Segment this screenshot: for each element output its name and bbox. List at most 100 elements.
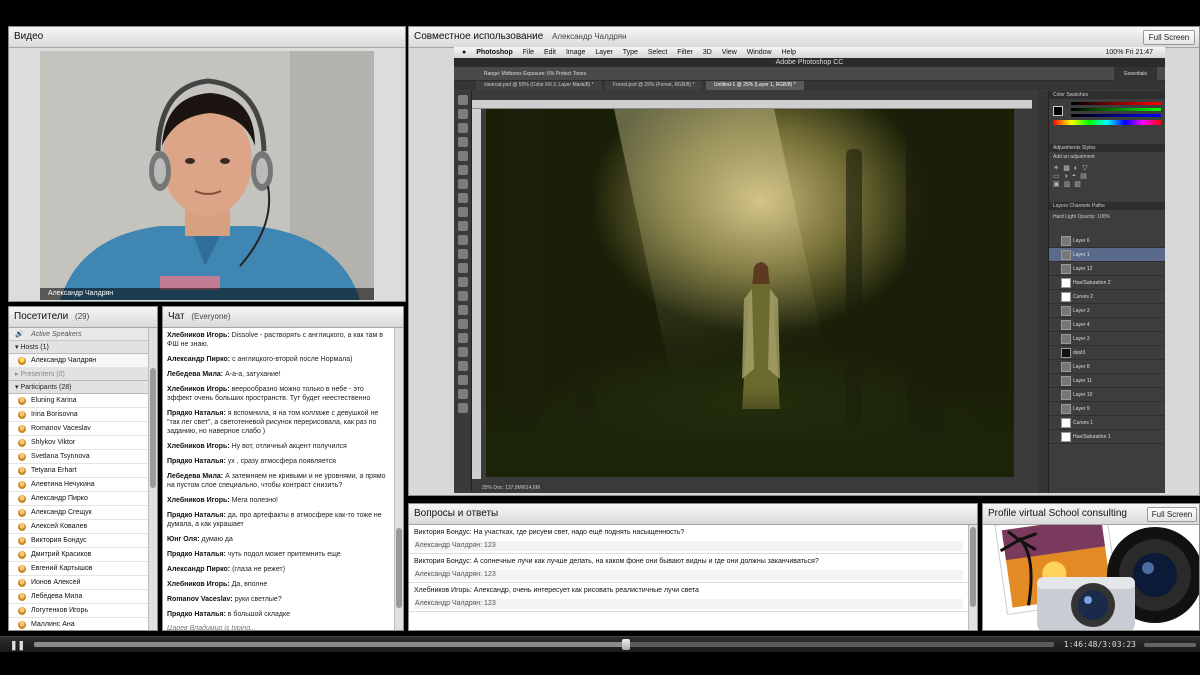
- mac-menu-help[interactable]: Help: [782, 49, 796, 56]
- participant-row[interactable]: Eluning Karina: [9, 394, 157, 408]
- path-select-icon[interactable]: [458, 319, 468, 329]
- seek-track[interactable]: [34, 642, 1054, 647]
- mac-menu-type[interactable]: Type: [623, 49, 638, 56]
- participant-row[interactable]: Svetlana Tsynnova: [9, 450, 157, 464]
- participant-row[interactable]: Ионов Алексей: [9, 576, 157, 590]
- layer-row[interactable]: dust3: [1049, 346, 1165, 360]
- chat-scope[interactable]: (Everyone): [191, 312, 230, 321]
- stamp-tool-icon[interactable]: [458, 207, 468, 217]
- mac-menu-edit[interactable]: Edit: [544, 49, 556, 56]
- layer-row[interactable]: Layer 11: [1049, 374, 1165, 388]
- participant-row[interactable]: Дмитрий Красиков: [9, 548, 157, 562]
- scrollbar-thumb[interactable]: [150, 368, 156, 488]
- pause-icon[interactable]: ❚❚: [10, 640, 25, 651]
- layer-row[interactable]: Layer 4: [1049, 318, 1165, 332]
- layers-panel-tabs[interactable]: Layers Channels Paths: [1049, 202, 1165, 210]
- scrollbar-thumb[interactable]: [970, 527, 976, 607]
- ps-doc-tab-active[interactable]: Untitled-1 @ 25% (Layer 1, RGB/8) *: [705, 81, 804, 90]
- mac-menu-photoshop[interactable]: Photoshop: [476, 49, 513, 56]
- volume-slider[interactable]: [1144, 643, 1196, 647]
- type-tool-icon[interactable]: [458, 305, 468, 315]
- zoom-tool-icon[interactable]: [458, 361, 468, 371]
- color-swatch-icon[interactable]: [458, 375, 468, 385]
- layer-row[interactable]: Layer 3: [1049, 332, 1165, 346]
- layer-row-selected[interactable]: Layer 1: [1049, 248, 1165, 262]
- quick-select-tool-icon[interactable]: [458, 137, 468, 147]
- eraser-tool-icon[interactable]: [458, 235, 468, 245]
- quick-mask-icon[interactable]: [458, 389, 468, 399]
- host-row[interactable]: Александр Чалдрян: [9, 354, 157, 368]
- layer-row[interactable]: Layer 10: [1049, 388, 1165, 402]
- profile-fullscreen-button[interactable]: Full Screen: [1147, 507, 1197, 522]
- participant-row[interactable]: Romanov Vaceslav: [9, 422, 157, 436]
- participant-row[interactable]: Александр Пирко: [9, 492, 157, 506]
- attendees-scrollbar[interactable]: [148, 328, 157, 630]
- marquee-tool-icon[interactable]: [458, 109, 468, 119]
- layer-row[interactable]: Layer 6: [1049, 234, 1165, 248]
- chat-scrollbar[interactable]: [394, 328, 403, 630]
- gradient-tool-icon[interactable]: [458, 249, 468, 259]
- screen-mode-icon[interactable]: [458, 403, 468, 413]
- foreground-color-swatch[interactable]: [1053, 106, 1063, 116]
- adjustments-panel-tabs[interactable]: Adjustments Styles: [1049, 144, 1165, 152]
- ps-doc-tab[interactable]: clearcat.psd @ 50% (Color Fill 3, Layer …: [476, 81, 602, 90]
- presenters-group[interactable]: ▸ Presenters (0): [9, 368, 157, 381]
- layer-row[interactable]: Layer 9: [1049, 402, 1165, 416]
- participant-row[interactable]: Александр Сгещук: [9, 506, 157, 520]
- pen-tool-icon[interactable]: [458, 291, 468, 301]
- layer-row[interactable]: Layer 12: [1049, 262, 1165, 276]
- red-slider[interactable]: [1071, 102, 1161, 105]
- ps-workspace-select[interactable]: Essentials: [1114, 67, 1157, 81]
- mac-menu-layer[interactable]: Layer: [595, 49, 613, 56]
- layer-row[interactable]: Curves 2: [1049, 290, 1165, 304]
- adjustment-icons[interactable]: ☀▦◐▽ ▭◑◓▤ ▣▥▧: [1053, 164, 1161, 188]
- layer-row[interactable]: Layer 2: [1049, 304, 1165, 318]
- mac-menu-view[interactable]: View: [722, 49, 737, 56]
- brush-tool-icon[interactable]: [458, 193, 468, 203]
- ps-canvas[interactable]: [486, 109, 1014, 477]
- qa-scrollbar[interactable]: [968, 525, 977, 630]
- layer-row[interactable]: Hue/Saturation 2: [1049, 276, 1165, 290]
- mac-menu-window[interactable]: Window: [747, 49, 772, 56]
- dodge-tool-icon[interactable]: [458, 277, 468, 287]
- participant-row[interactable]: Маллинс Ана: [9, 618, 157, 630]
- qa-item[interactable]: Хлебников Игорь: Александр, очень интере…: [409, 583, 968, 612]
- history-brush-icon[interactable]: [458, 221, 468, 231]
- healing-tool-icon[interactable]: [458, 179, 468, 189]
- mac-menu-filter[interactable]: Filter: [677, 49, 693, 56]
- ps-doc-tab[interactable]: Forest.psd @ 25% (Forest, RGB/8) *: [604, 81, 703, 90]
- qa-item[interactable]: Виктория Бондус: На участках, где рисуем…: [409, 525, 968, 554]
- scrollbar-thumb[interactable]: [396, 528, 402, 608]
- spectrum-bar[interactable]: [1053, 120, 1161, 125]
- shape-tool-icon[interactable]: [458, 333, 468, 343]
- move-tool-icon[interactable]: [458, 95, 468, 105]
- participant-row[interactable]: Евгений Картышов: [9, 562, 157, 576]
- layer-blend-mode[interactable]: Hard Light Opacity: 100%: [1049, 210, 1165, 234]
- participant-row[interactable]: Виктория Бондус: [9, 534, 157, 548]
- eyedropper-tool-icon[interactable]: [458, 165, 468, 175]
- participant-row[interactable]: Логутенков Игорь: [9, 604, 157, 618]
- participants-group[interactable]: ▾ Participants (28): [9, 381, 157, 394]
- layer-row[interactable]: Curves 1: [1049, 416, 1165, 430]
- color-panel-tabs[interactable]: Color Swatches: [1049, 91, 1165, 99]
- green-slider[interactable]: [1071, 108, 1161, 111]
- hand-tool-icon[interactable]: [458, 347, 468, 357]
- fullscreen-button[interactable]: Full Screen: [1143, 30, 1195, 45]
- lasso-tool-icon[interactable]: [458, 123, 468, 133]
- layer-row[interactable]: Hue/Saturation 1: [1049, 430, 1165, 444]
- qa-item[interactable]: Виктория Бондус: А солнечные лучи как лу…: [409, 554, 968, 583]
- participant-row[interactable]: Tetyana Erhart: [9, 464, 157, 478]
- participant-row[interactable]: Shlykov Viktor: [9, 436, 157, 450]
- mac-menu-file[interactable]: File: [523, 49, 534, 56]
- mac-menu-3d[interactable]: 3D: [703, 49, 712, 56]
- blue-slider[interactable]: [1071, 114, 1161, 117]
- participant-row[interactable]: Алевтина Нечукина: [9, 478, 157, 492]
- layer-row[interactable]: Layer 8: [1049, 360, 1165, 374]
- seek-handle[interactable]: [621, 639, 630, 650]
- crop-tool-icon[interactable]: [458, 151, 468, 161]
- participant-row[interactable]: Лебедева Мила: [9, 590, 157, 604]
- hosts-group[interactable]: ▾ Hosts (1): [9, 341, 157, 354]
- participant-row[interactable]: Алексей Ковалев: [9, 520, 157, 534]
- mac-menu-select[interactable]: Select: [648, 49, 667, 56]
- mac-menu-image[interactable]: Image: [566, 49, 585, 56]
